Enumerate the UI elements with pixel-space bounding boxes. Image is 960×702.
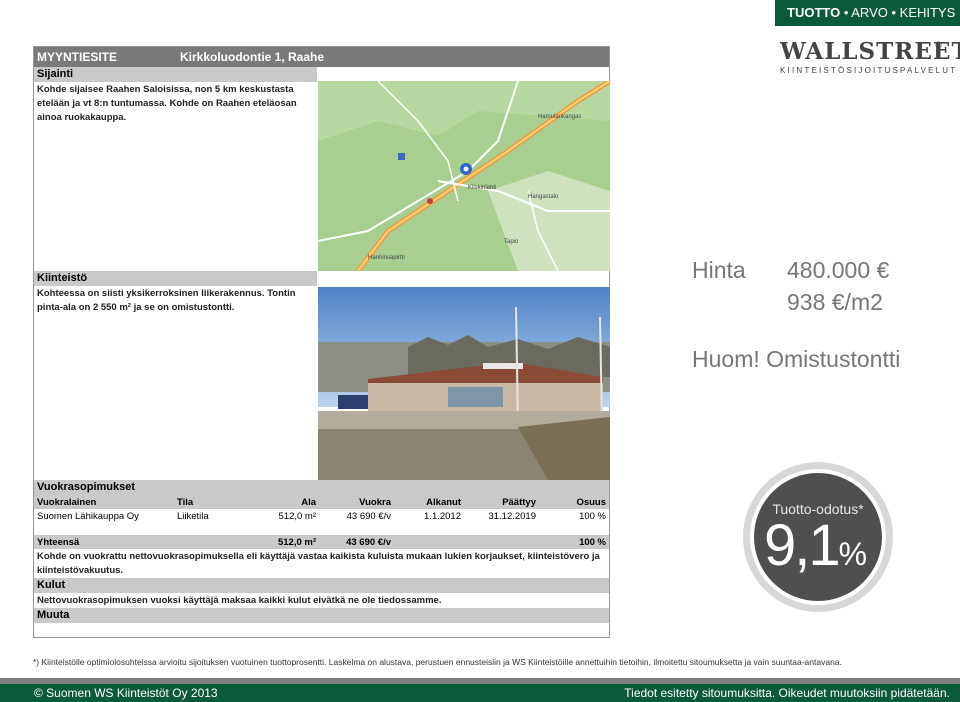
logo-copyright-mark: © — [935, 40, 942, 50]
kiinteisto-text: Kohteessa on siisti yksikerroksinen liik… — [37, 288, 296, 313]
footer-disclaimer: Tiedot esitetty sitoumuksitta. Oikeudet … — [624, 686, 950, 700]
vuokrasopimukset-heading: Vuokrasopimukset — [34, 480, 609, 495]
lease-col-vuokralainen: Vuokralainen — [34, 495, 174, 509]
lease-col-vuokra: Vuokra — [319, 495, 394, 509]
map-label-3: Tapio — [504, 239, 519, 245]
lease-total-cell: 512,0 m² — [244, 535, 319, 549]
ownership-note: Huom! Omistustontti — [692, 346, 901, 372]
sijainti-heading: Sijainti — [34, 67, 317, 82]
lease-col-alkanut: Alkanut — [394, 495, 464, 509]
wallstreet-logo: WALLSTREET KIINTEISTÖSIJOITUSPALVELUT © — [780, 38, 960, 80]
slogan-tuotto: TUOTTO — [787, 5, 841, 20]
slogan-banner: TUOTTO • ARVO • KEHITYS — [775, 0, 960, 26]
kulut-text: Nettovuokrasopimuksen vuoksi käyttäjä ma… — [37, 595, 442, 606]
lease-total-cell — [464, 535, 539, 549]
yield-unit: % — [838, 536, 868, 572]
kiinteisto-heading: Kiinteistö — [34, 271, 317, 286]
lease-total-cell — [174, 535, 244, 549]
map-label-2: Hangastalo — [528, 194, 559, 200]
document-header-title: MYYNTIESITE — [37, 50, 118, 64]
lease-cell: Suomen Lähikauppa Oy — [37, 510, 139, 522]
footnote: *) Kiinteistölle optimiolosuhteissa arvi… — [33, 657, 842, 667]
lease-cell: 1.1.2012 — [424, 510, 461, 522]
yield-badge: Tuotto-odotus* 9,1% — [743, 462, 893, 612]
lease-col-osuus: Osuus — [539, 495, 609, 509]
sales-brochure-document: MYYNTIESITE Kirkkoluodontie 1, Raahe Sij… — [33, 46, 610, 638]
lease-cell: 100 % — [579, 510, 606, 522]
sijainti-section: Sijainti Kohde sijaisee Raahen Saloisiss… — [34, 67, 317, 125]
kiinteisto-section: Kiinteistö Kohteessa on siisti yksikerro… — [34, 271, 317, 315]
logo-wordmark: WALLSTREET — [780, 38, 960, 65]
lease-total-cell: 43 690 €/v — [319, 535, 394, 549]
lease-col-tila: Tila — [174, 495, 244, 509]
price-value: 480.000 € — [787, 257, 890, 283]
map-label-1: Hamulankangas — [538, 114, 581, 120]
footer-bar: © Suomen WS Kiinteistöt Oy 2013 Tiedot e… — [0, 678, 960, 702]
lease-cell: Liiketila — [177, 510, 209, 522]
price-row: Hinta 480.000 € — [692, 254, 889, 286]
location-map[interactable]: Hamulankangas Hangastalo Tapio Hanhinsap… — [318, 81, 610, 271]
lease-total-row: Yhteensä 512,0 m² 43 690 €/v 100 % — [34, 535, 609, 549]
price-label: Hinta — [692, 257, 746, 283]
yield-badge-inner: Tuotto-odotus* 9,1% — [750, 469, 886, 605]
muuta-heading: Muuta — [34, 608, 609, 623]
map-graphic: Hamulankangas Hangastalo Tapio Hanhinsap… — [318, 81, 610, 271]
yield-value-row: 9,1% — [764, 511, 867, 589]
price-per-m2: 938 €/m2 — [787, 289, 883, 315]
price-block: Hinta 480.000 € 938 €/m2 — [692, 254, 889, 318]
map-label-5: Kiiskinlahti — [468, 185, 496, 191]
vuokrasopimukset-section: Vuokrasopimukset Vuokralainen Tila Ala V… — [34, 480, 609, 623]
top-bar: TUOTTO • ARVO • KEHITYS — [0, 0, 960, 26]
lease-total-cell: 100 % — [539, 535, 609, 549]
lease-total-label: Yhteensä — [34, 535, 174, 549]
lease-cell: 512,0 m² — [278, 510, 317, 522]
property-photo-graphic — [318, 287, 610, 480]
sijainti-text: Kohde sijaisee Raahen Saloisissa, non 5 … — [37, 84, 297, 123]
lease-cell: 31.12.2019 — [488, 510, 536, 522]
lease-header-row: Vuokralainen Tila Ala Vuokra Alkanut Pää… — [34, 495, 609, 509]
document-header: MYYNTIESITE Kirkkoluodontie 1, Raahe — [34, 47, 609, 67]
slogan-rest: • ARVO • KEHITYS — [840, 5, 956, 20]
lease-col-ala: Ala — [244, 495, 319, 509]
lease-note: Kohde on vuokrattu nettovuokrasopimuksel… — [37, 551, 600, 576]
lease-cell: 43 690 €/v — [346, 510, 391, 522]
logo-subtitle: KIINTEISTÖSIJOITUSPALVELUT — [780, 66, 958, 75]
document-header-address: Kirkkoluodontie 1, Raahe — [180, 50, 325, 64]
lease-row: Suomen Lähikauppa Oy Liiketila 512,0 m² … — [34, 509, 609, 523]
lease-table: Vuokralainen Tila Ala Vuokra Alkanut Pää… — [34, 495, 609, 549]
map-label-4: Hanhinsapirtti — [368, 255, 405, 261]
yield-value: 9,1 — [764, 513, 841, 578]
lease-total-cell — [394, 535, 464, 549]
lease-col-paattyy: Päättyy — [464, 495, 539, 509]
property-photo — [318, 287, 610, 480]
kulut-heading: Kulut — [34, 578, 609, 593]
